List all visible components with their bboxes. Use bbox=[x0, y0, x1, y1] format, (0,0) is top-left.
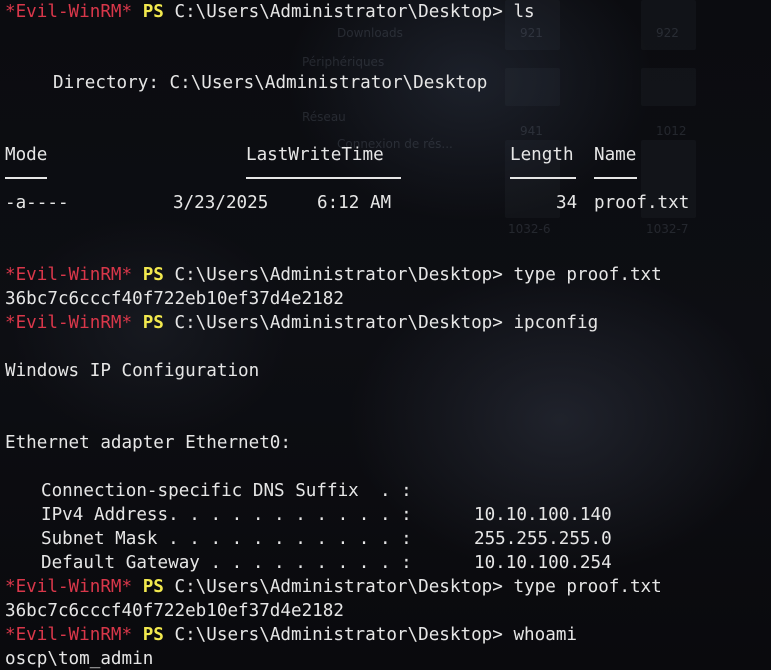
directory-line: Directory: C:\Users\Administrator\Deskto… bbox=[53, 73, 488, 93]
listing-header-lastwritetime: LastWriteTime bbox=[246, 145, 384, 165]
command-text: whoami bbox=[513, 625, 578, 645]
listing-header-name: Name bbox=[594, 145, 637, 165]
prompt-ps: PS bbox=[142, 2, 164, 22]
prompt-ps: PS bbox=[142, 625, 164, 645]
prompt-line: *Evil-WinRM* PS C:\Users\Administrator\D… bbox=[5, 0, 535, 24]
prompt-host: *Evil-WinRM* bbox=[5, 265, 133, 285]
prompt-line: *Evil-WinRM* PS C:\Users\Administrator\D… bbox=[5, 263, 662, 287]
ipconfig-gateway-value: 10.10.100.254 bbox=[474, 553, 612, 573]
header-underline-lastwritetime bbox=[246, 177, 401, 179]
prompt-host: *Evil-WinRM* bbox=[5, 577, 133, 597]
prompt-path: C:\Users\Administrator\Desktop> bbox=[174, 2, 503, 22]
prompt-line: *Evil-WinRM* PS C:\Users\Administrator\D… bbox=[5, 575, 662, 599]
prompt-path: C:\Users\Administrator\Desktop> bbox=[174, 625, 503, 645]
prompt-ps: PS bbox=[142, 265, 164, 285]
header-underline-mode bbox=[5, 177, 47, 179]
terminal-window[interactable]: *Evil-WinRM* PS C:\Users\Administrator\D… bbox=[5, 0, 771, 670]
listing-header-mode: Mode bbox=[5, 145, 48, 165]
ipconfig-title: Windows IP Configuration bbox=[5, 361, 260, 381]
ipconfig-gateway-label: Default Gateway . . . . . . . . . : bbox=[41, 553, 412, 573]
whoami-output: oscp\tom_admin bbox=[5, 649, 154, 669]
command-text: type proof.txt bbox=[513, 265, 662, 285]
listing-row-name: proof.txt bbox=[594, 193, 690, 213]
prompt-ps: PS bbox=[142, 577, 164, 597]
prompt-path: C:\Users\Administrator\Desktop> bbox=[174, 265, 503, 285]
prompt-host: *Evil-WinRM* bbox=[5, 625, 133, 645]
proof-hash-output: 36bc7c6cccf40f722eb10ef37d4e2182 bbox=[5, 601, 344, 621]
prompt-ps: PS bbox=[142, 313, 164, 333]
proof-hash-output: 36bc7c6cccf40f722eb10ef37d4e2182 bbox=[5, 289, 344, 309]
listing-row-time: 6:12 AM bbox=[317, 193, 392, 213]
ipconfig-ipv4-value: 10.10.100.140 bbox=[474, 505, 612, 525]
command-text: ls bbox=[513, 2, 535, 22]
prompt-host: *Evil-WinRM* bbox=[5, 2, 133, 22]
listing-row-length: 34 bbox=[556, 193, 578, 213]
command-text: type proof.txt bbox=[513, 577, 662, 597]
ipconfig-ipv4-label: IPv4 Address. . . . . . . . . . . : bbox=[41, 505, 412, 525]
ipconfig-dns-label: Connection-specific DNS Suffix . : bbox=[41, 481, 412, 501]
prompt-line: *Evil-WinRM* PS C:\Users\Administrator\D… bbox=[5, 311, 598, 335]
ipconfig-mask-label: Subnet Mask . . . . . . . . . . . : bbox=[41, 529, 412, 549]
command-text: ipconfig bbox=[513, 313, 599, 333]
header-underline-length bbox=[510, 177, 576, 179]
prompt-line: *Evil-WinRM* PS C:\Users\Administrator\D… bbox=[5, 623, 577, 647]
listing-row-date: 3/23/2025 bbox=[173, 193, 269, 213]
prompt-path: C:\Users\Administrator\Desktop> bbox=[174, 577, 503, 597]
prompt-host: *Evil-WinRM* bbox=[5, 313, 133, 333]
listing-header-length: Length bbox=[510, 145, 574, 165]
header-underline-name bbox=[594, 177, 637, 179]
ipconfig-adapter: Ethernet adapter Ethernet0: bbox=[5, 433, 291, 453]
ipconfig-mask-value: 255.255.255.0 bbox=[474, 529, 612, 549]
prompt-path: C:\Users\Administrator\Desktop> bbox=[174, 313, 503, 333]
listing-row-mode: -a---- bbox=[5, 193, 69, 213]
